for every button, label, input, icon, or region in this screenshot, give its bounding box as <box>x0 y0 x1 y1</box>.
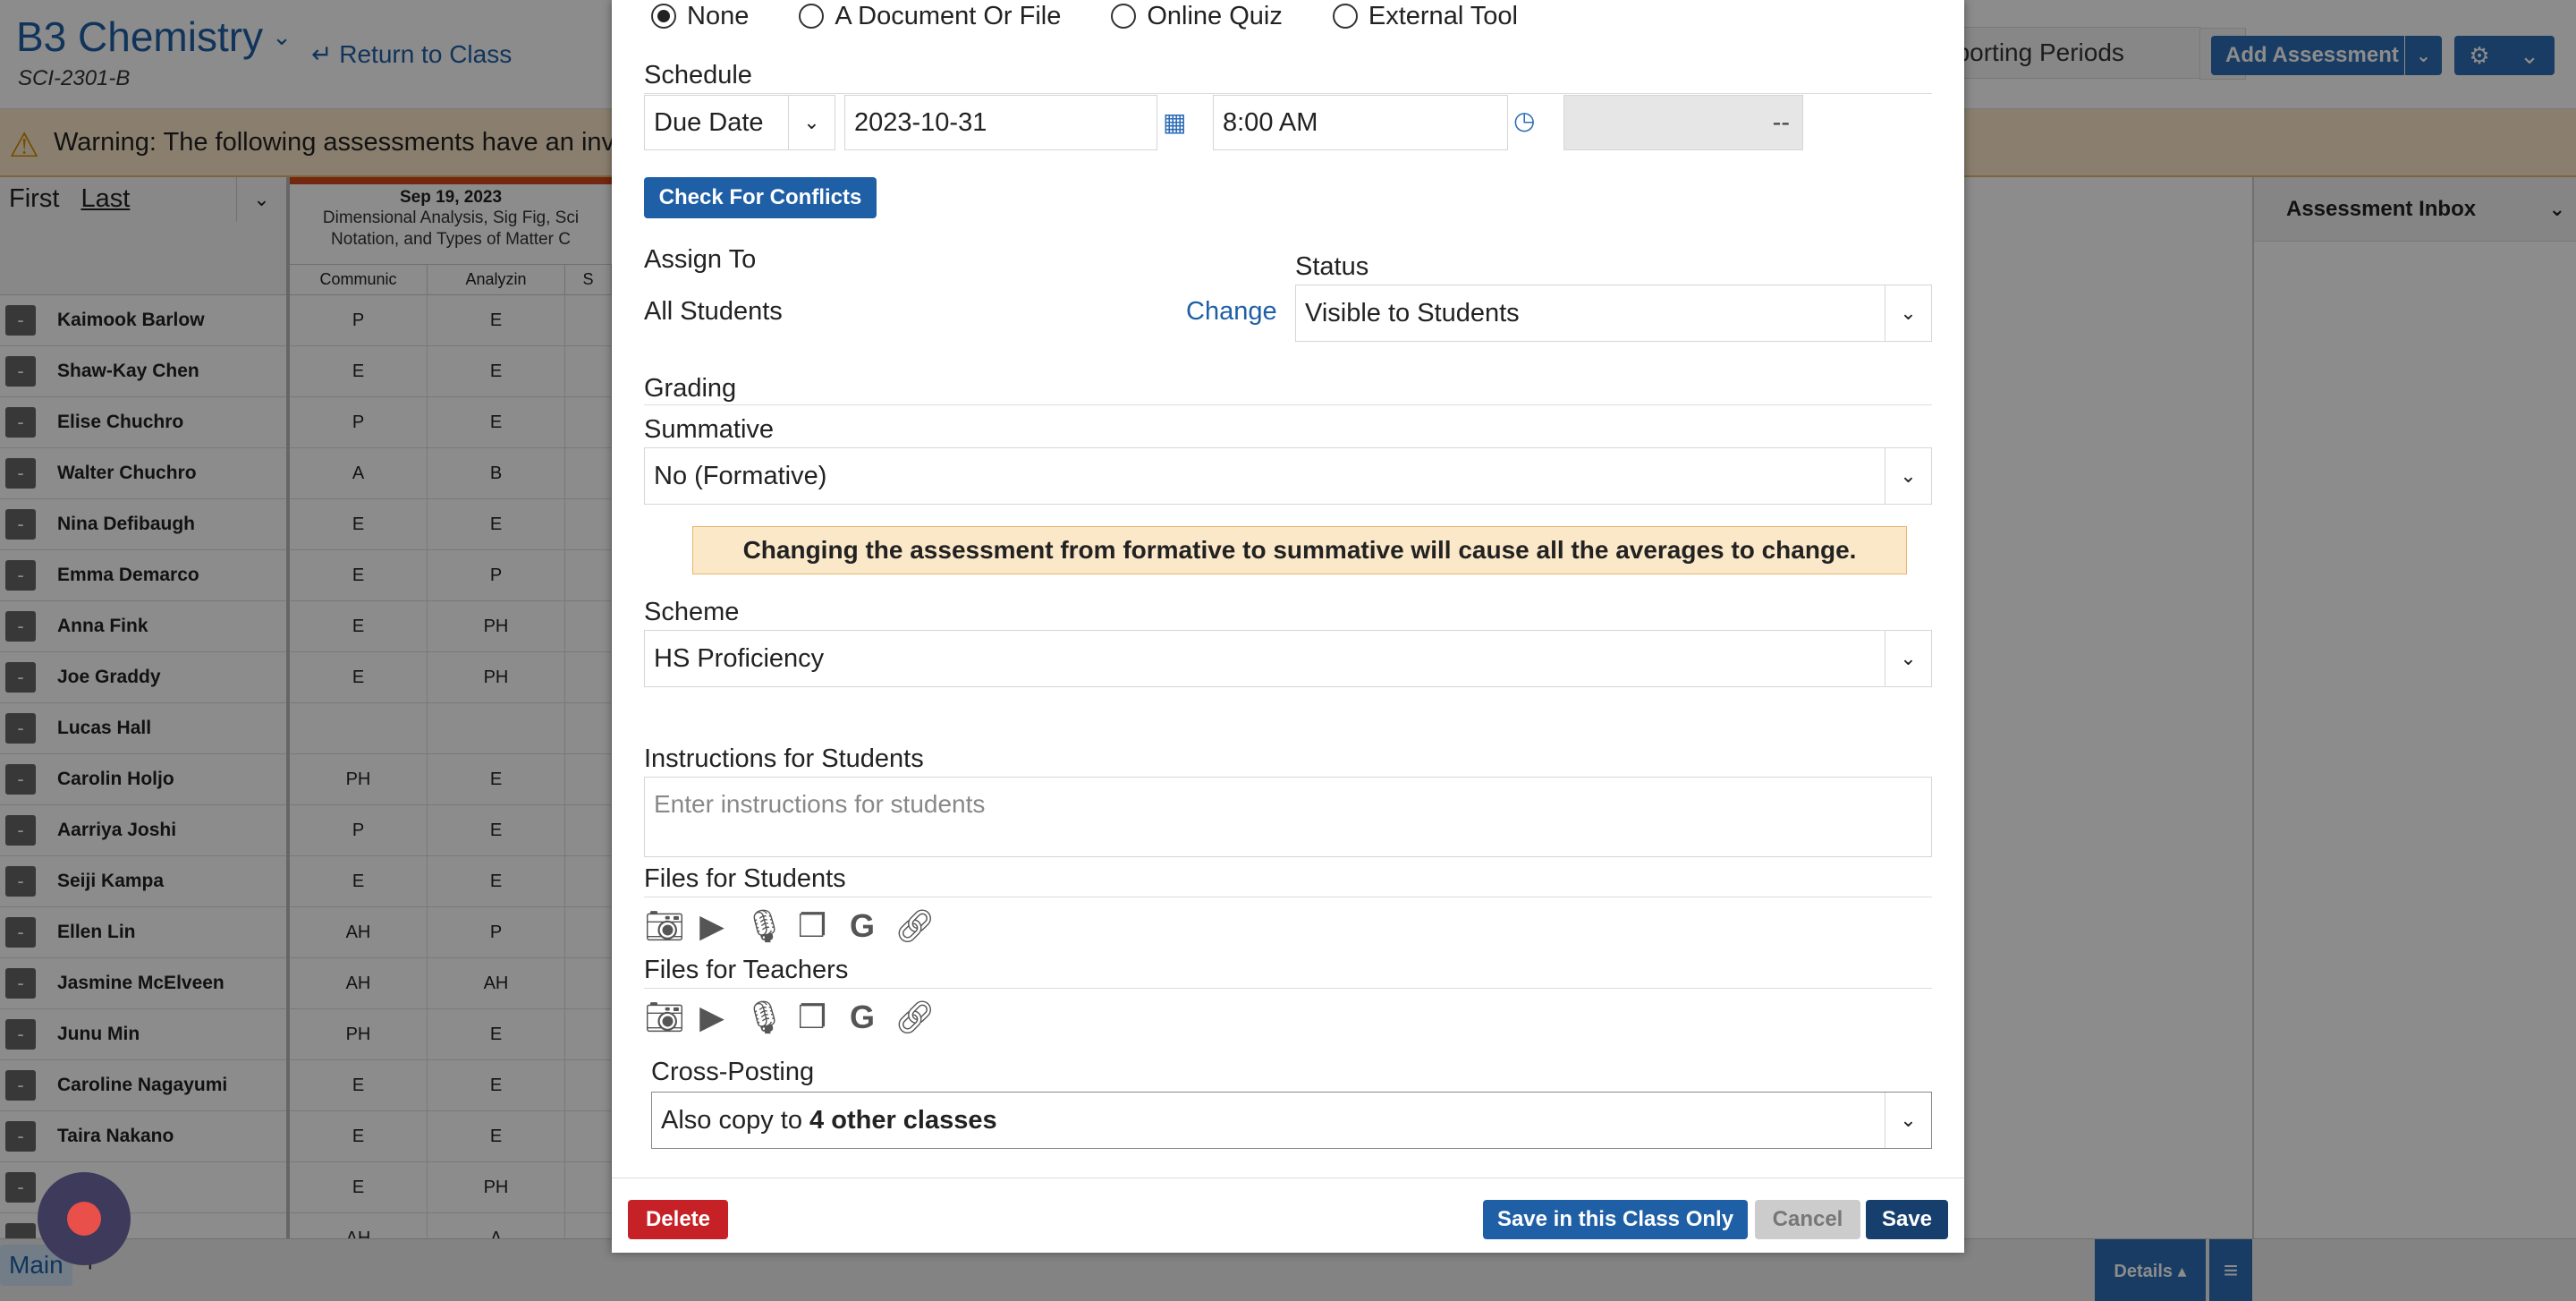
due-date-input[interactable]: 2023-10-31 <box>844 95 1157 150</box>
summative-label: Summative <box>644 415 775 444</box>
calendar-icon[interactable]: ▦ <box>1163 107 1186 137</box>
due-time-input[interactable]: 8:00 AM <box>1213 95 1508 150</box>
check-conflicts-button[interactable]: Check For Conflicts <box>644 177 877 218</box>
camera-icon[interactable]: 📷︎ <box>644 907 685 945</box>
link-icon[interactable]: 🔗︎ <box>894 999 936 1036</box>
summative-warning: Changing the assessment from formative t… <box>692 526 1907 574</box>
radio-button[interactable] <box>651 4 676 29</box>
end-time-input: -- <box>1563 95 1803 150</box>
cross-posting-select[interactable]: Also copy to 4 other classes ⌄ <box>651 1092 1932 1149</box>
google-icon[interactable]: G <box>844 999 880 1036</box>
due-time-value: 8:00 AM <box>1223 107 1318 137</box>
microphone-icon[interactable]: 🎙︎ <box>744 999 785 1036</box>
assign-to-value: All Students <box>644 297 783 326</box>
scheme-select[interactable]: HS Proficiency ⌄ <box>644 630 1932 687</box>
summative-warning-text: Changing the assessment from formative t… <box>742 536 1857 564</box>
divider <box>644 404 1932 405</box>
cross-posting-count: 4 other classes <box>809 1105 997 1135</box>
chevron-down-icon[interactable]: ⌄ <box>788 96 835 149</box>
student-file-toolbar: 📷︎ ▶ 🎙︎ ❐ G 🔗︎ <box>644 907 936 945</box>
radio-label: Online Quiz <box>1147 1 1283 30</box>
grading-label: Grading <box>644 374 737 403</box>
radio-label: A Document Or File <box>835 1 1062 30</box>
delete-button[interactable]: Delete <box>628 1200 728 1239</box>
radio-none[interactable]: None <box>651 2 749 31</box>
radio-button[interactable] <box>1332 4 1358 29</box>
scheme-value: HS Proficiency <box>654 643 825 673</box>
files-for-teachers-label: Files for Teachers <box>644 956 849 984</box>
divider <box>644 93 1932 94</box>
clock-icon[interactable]: ◷ <box>1513 106 1535 135</box>
radio-external-tool[interactable]: External Tool <box>1332 1 1518 31</box>
chevron-down-icon[interactable]: ⌄ <box>1885 1093 1931 1148</box>
teacher-file-toolbar: 📷︎ ▶ 🎙︎ ❐ G 🔗︎ <box>644 999 936 1036</box>
documents-icon[interactable]: ❐ <box>794 999 830 1036</box>
cross-posting-label: Cross-Posting <box>651 1058 815 1086</box>
camera-icon[interactable]: 📷︎ <box>644 999 685 1036</box>
modal-footer: Delete Save in this Class Only Cancel Sa… <box>612 1178 1964 1253</box>
cross-posting-prefix: Also copy to <box>661 1105 802 1135</box>
documents-icon[interactable]: ❐ <box>794 907 830 945</box>
status-value: Visible to Students <box>1305 298 1520 327</box>
video-icon[interactable]: ▶ <box>694 999 730 1036</box>
date-type-select[interactable]: Due Date ⌄ <box>644 95 835 150</box>
save-button[interactable]: Save <box>1866 1200 1948 1239</box>
video-icon[interactable]: ▶ <box>694 907 730 945</box>
radio-label: External Tool <box>1368 1 1518 30</box>
instructions-textarea[interactable]: Enter instructions for students <box>644 777 1932 857</box>
instructions-placeholder: Enter instructions for students <box>654 790 986 818</box>
chevron-down-icon[interactable]: ⌄ <box>1885 285 1931 341</box>
summative-value: No (Formative) <box>654 461 827 490</box>
instructions-label: Instructions for Students <box>644 744 924 773</box>
record-icon <box>67 1202 101 1236</box>
schedule-label: Schedule <box>644 61 752 89</box>
status-label: Status <box>1295 252 1369 281</box>
radio-label: None <box>687 1 750 30</box>
radio-document[interactable]: A Document Or File <box>799 2 1061 31</box>
link-icon[interactable]: 🔗︎ <box>894 907 936 945</box>
cancel-button[interactable]: Cancel <box>1755 1200 1860 1239</box>
end-time-value: -- <box>1772 107 1790 137</box>
date-type-value: Due Date <box>654 107 764 137</box>
assign-to-label: Assign To <box>644 245 757 274</box>
chevron-down-icon[interactable]: ⌄ <box>1885 631 1931 686</box>
radio-button[interactable] <box>799 4 825 29</box>
microphone-icon[interactable]: 🎙︎ <box>744 907 785 945</box>
status-select[interactable]: Visible to Students ⌄ <box>1295 285 1932 342</box>
edit-assessment-modal: None A Document Or File Online Quiz Exte… <box>612 0 1964 1253</box>
divider <box>644 988 1932 989</box>
record-button[interactable] <box>38 1172 131 1265</box>
attachment-type-radios: None A Document Or File Online Quiz Exte… <box>651 0 1568 32</box>
radio-online-quiz[interactable]: Online Quiz <box>1111 2 1283 31</box>
summative-select[interactable]: No (Formative) ⌄ <box>644 447 1932 505</box>
scheme-label: Scheme <box>644 598 740 626</box>
change-assignees-link[interactable]: Change <box>1186 297 1277 327</box>
due-date-value: 2023-10-31 <box>854 107 987 137</box>
google-icon[interactable]: G <box>844 907 880 945</box>
chevron-down-icon[interactable]: ⌄ <box>1885 448 1931 504</box>
radio-button[interactable] <box>1111 4 1137 29</box>
save-in-class-only-button[interactable]: Save in this Class Only <box>1483 1200 1748 1239</box>
files-for-students-label: Files for Students <box>644 864 846 893</box>
